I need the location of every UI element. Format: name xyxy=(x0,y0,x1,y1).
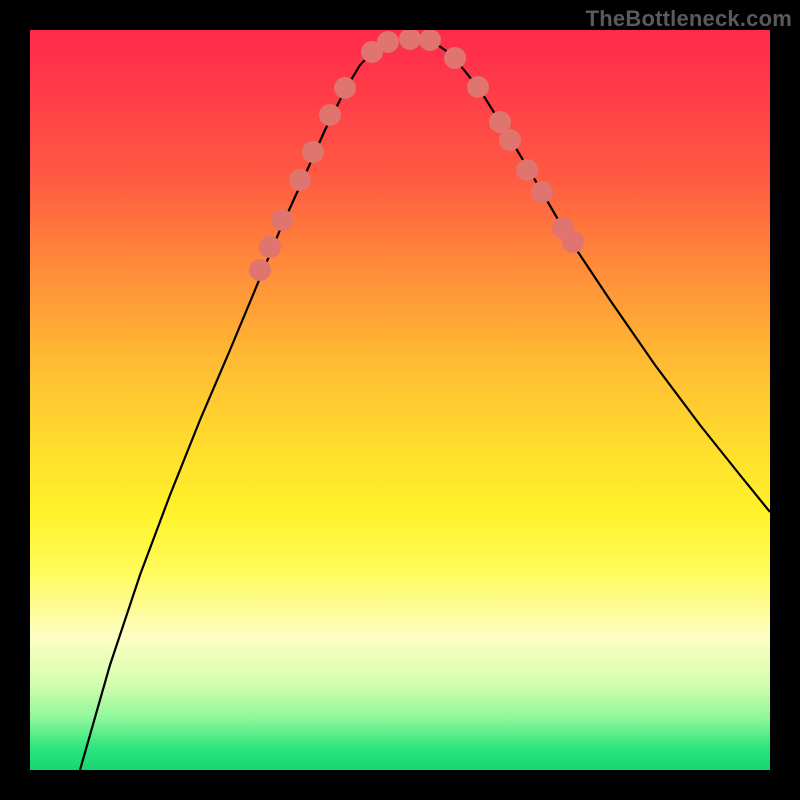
marker-dot xyxy=(377,31,399,53)
marker-dot xyxy=(444,47,466,69)
marker-dot xyxy=(531,181,553,203)
right-curve xyxy=(430,40,770,512)
marker-dot xyxy=(319,104,341,126)
marker-dot xyxy=(467,76,489,98)
marker-dot xyxy=(499,129,521,151)
marker-dot xyxy=(249,259,271,281)
marker-dot xyxy=(271,209,293,231)
chart-svg xyxy=(30,30,770,770)
marker-dot xyxy=(289,169,311,191)
marker-dot xyxy=(562,231,584,253)
marker-dot xyxy=(259,236,281,258)
marker-group xyxy=(249,30,584,281)
marker-dot xyxy=(516,159,538,181)
marker-dot xyxy=(334,77,356,99)
watermark-text: TheBottleneck.com xyxy=(586,6,792,32)
marker-dot xyxy=(399,30,421,50)
marker-dot xyxy=(419,30,441,51)
chart-plot-area xyxy=(30,30,770,770)
marker-dot xyxy=(302,141,324,163)
left-curve xyxy=(80,40,390,770)
